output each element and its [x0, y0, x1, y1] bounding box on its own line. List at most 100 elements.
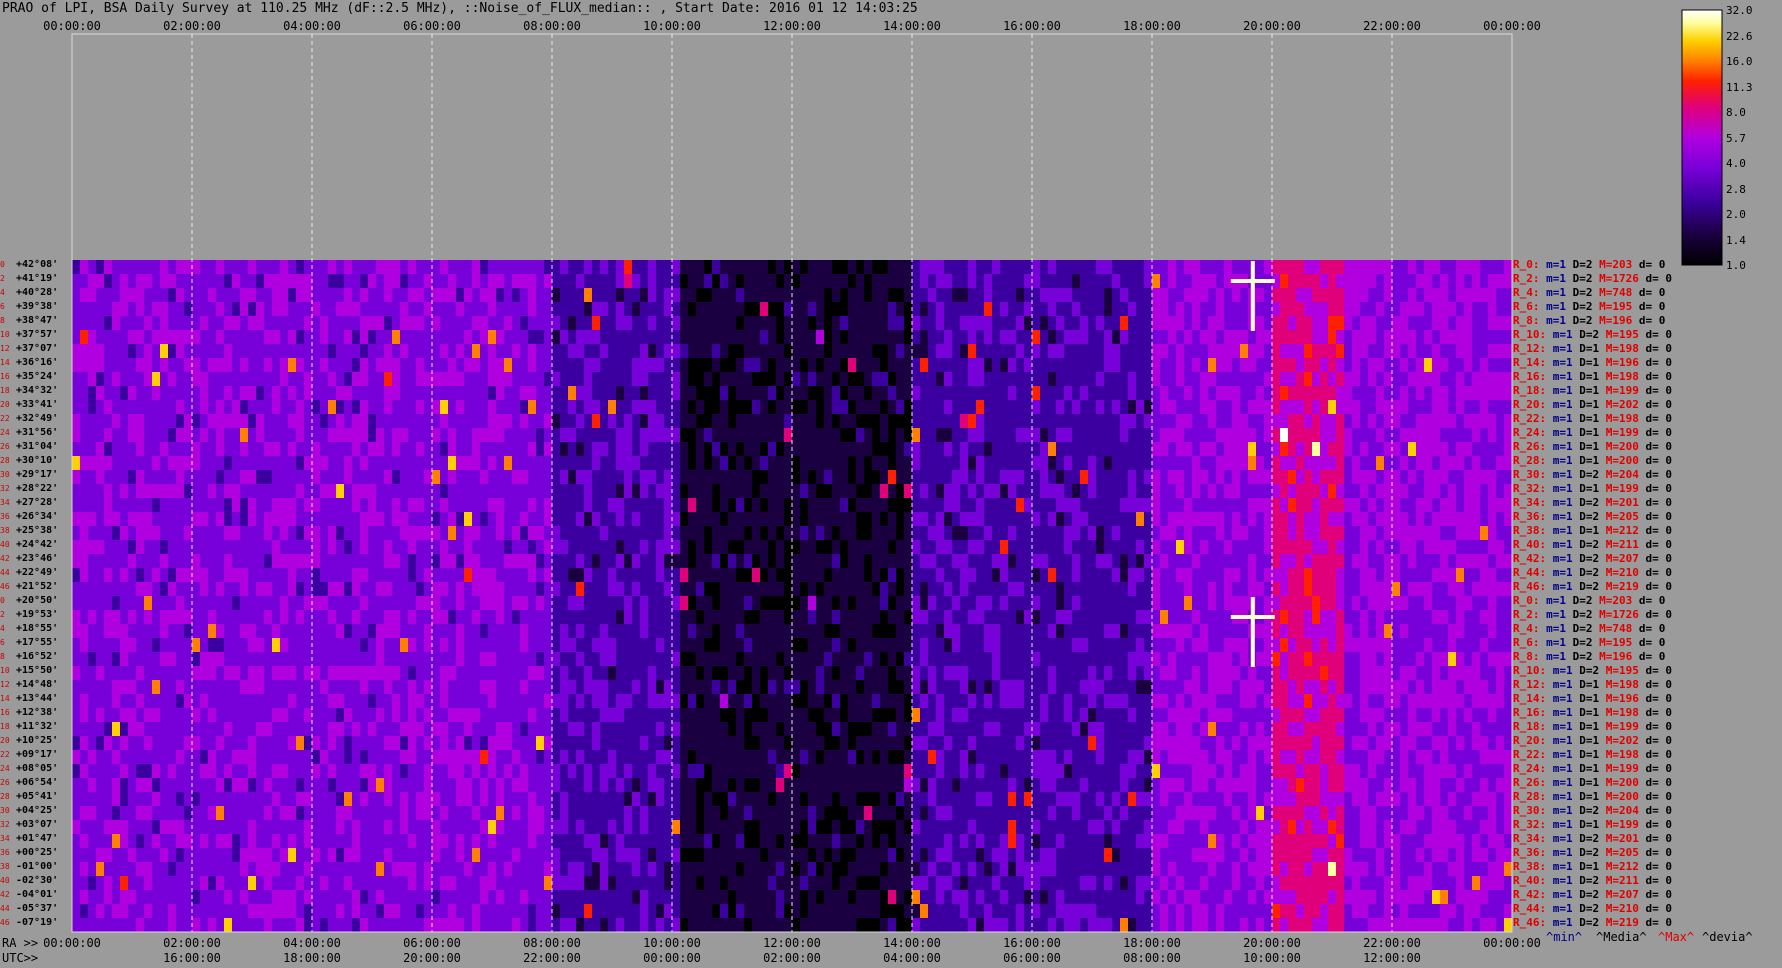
heatmap-cell — [632, 330, 641, 345]
heatmap-cell — [800, 498, 809, 513]
heatmap-cell — [624, 372, 633, 387]
heatmap-cell — [992, 288, 1001, 303]
heatmap-cell — [736, 526, 745, 541]
heatmap-cell — [112, 288, 121, 303]
heatmap-cell — [264, 442, 273, 457]
heatmap-cell — [120, 470, 129, 485]
heatmap-cell — [544, 442, 553, 457]
heatmap-cell — [744, 274, 753, 289]
heatmap-cell — [104, 596, 113, 611]
heatmap-cell — [976, 512, 985, 527]
heatmap-cell — [1216, 288, 1225, 303]
heatmap-cell — [536, 260, 545, 275]
heatmap-cell — [1104, 540, 1113, 555]
heatmap-cell — [176, 470, 185, 485]
heatmap-cell — [1496, 428, 1505, 443]
heatmap-cell — [1024, 554, 1033, 569]
heatmap-cell — [600, 498, 609, 513]
heatmap-cell — [1456, 610, 1465, 625]
heatmap-cell — [1192, 624, 1201, 639]
heatmap-cell — [1152, 512, 1161, 527]
heatmap-cell — [416, 358, 425, 373]
heatmap-cell — [296, 568, 305, 583]
heatmap-cell — [560, 316, 569, 331]
heatmap-cell — [1104, 526, 1113, 541]
heatmap-cell — [1016, 498, 1025, 513]
heatmap-cell — [744, 302, 753, 317]
heatmap-cell — [192, 568, 201, 583]
heatmap-cell — [1176, 372, 1185, 387]
heatmap-cell — [216, 400, 225, 415]
heatmap-cell — [104, 512, 113, 527]
heatmap-cell — [584, 568, 593, 583]
heatmap-cell — [1256, 512, 1265, 527]
heatmap-cell — [688, 554, 697, 569]
heatmap-cell — [1424, 414, 1433, 429]
heatmap-cell — [768, 470, 777, 485]
heatmap-cell — [728, 274, 737, 289]
heatmap-cell — [984, 442, 993, 457]
heatmap-cell — [1192, 610, 1201, 625]
heatmap-cell — [624, 344, 633, 359]
heatmap-cell — [80, 260, 89, 275]
heatmap-cell — [544, 484, 553, 499]
heatmap-cell — [1288, 456, 1297, 471]
heatmap-cell — [136, 582, 145, 597]
heatmap-cell — [864, 610, 873, 625]
heatmap-cell — [1104, 568, 1113, 583]
heatmap-cell — [1072, 442, 1081, 457]
heatmap-cell — [200, 344, 209, 359]
heatmap-cell — [592, 288, 601, 303]
heatmap-cell — [200, 330, 209, 345]
heatmap-cell — [1112, 330, 1121, 345]
heatmap-cell — [1320, 344, 1329, 359]
heatmap-cell — [1272, 344, 1281, 359]
heatmap-cell — [328, 512, 337, 527]
heatmap-cell — [384, 428, 393, 443]
heatmap-cell — [1440, 624, 1449, 639]
heatmap-cell — [208, 400, 217, 415]
heatmap-cell — [1368, 498, 1377, 513]
heatmap-cell — [800, 330, 809, 345]
heatmap-cell — [128, 260, 137, 275]
heatmap-cell — [776, 484, 785, 499]
heatmap-cell — [72, 260, 81, 275]
heatmap-cell — [240, 526, 249, 541]
heatmap-cell — [104, 442, 113, 457]
heatmap-cell — [664, 470, 673, 485]
heatmap-cell — [688, 274, 697, 289]
heatmap-cell — [480, 288, 489, 303]
heatmap-cell — [1040, 414, 1049, 429]
heatmap-cell — [1288, 414, 1297, 429]
heatmap-cell — [200, 554, 209, 569]
heatmap-cell — [232, 526, 241, 541]
heatmap-cell — [1336, 540, 1345, 555]
heatmap-cell — [608, 386, 617, 401]
heatmap-cell — [1088, 456, 1097, 471]
heatmap-cell — [184, 596, 193, 611]
heatmap-cell — [1464, 554, 1473, 569]
heatmap-cell — [752, 344, 761, 359]
heatmap-cell — [176, 582, 185, 597]
heatmap-cell — [376, 344, 385, 359]
heatmap-cell — [1184, 358, 1193, 373]
heatmap-cell — [1264, 484, 1273, 499]
heatmap-cell — [1496, 512, 1505, 527]
heatmap-cell — [560, 526, 569, 541]
heatmap-cell — [1024, 302, 1033, 317]
heatmap-cell — [256, 568, 265, 583]
heatmap-cell — [1032, 582, 1041, 597]
heatmap-cell — [1128, 526, 1137, 541]
heatmap-cell — [688, 456, 697, 471]
heatmap-cell — [760, 624, 769, 639]
heatmap-cell — [104, 372, 113, 387]
heatmap-cell — [1368, 568, 1377, 583]
heatmap-cell — [1336, 456, 1345, 471]
heatmap-cell — [960, 414, 969, 429]
heatmap-cell — [328, 540, 337, 555]
heatmap-cell — [696, 484, 705, 499]
heatmap-cell — [1272, 386, 1281, 401]
heatmap-cell — [1264, 372, 1273, 387]
heatmap-cell — [768, 442, 777, 457]
heatmap-cell — [376, 358, 385, 373]
